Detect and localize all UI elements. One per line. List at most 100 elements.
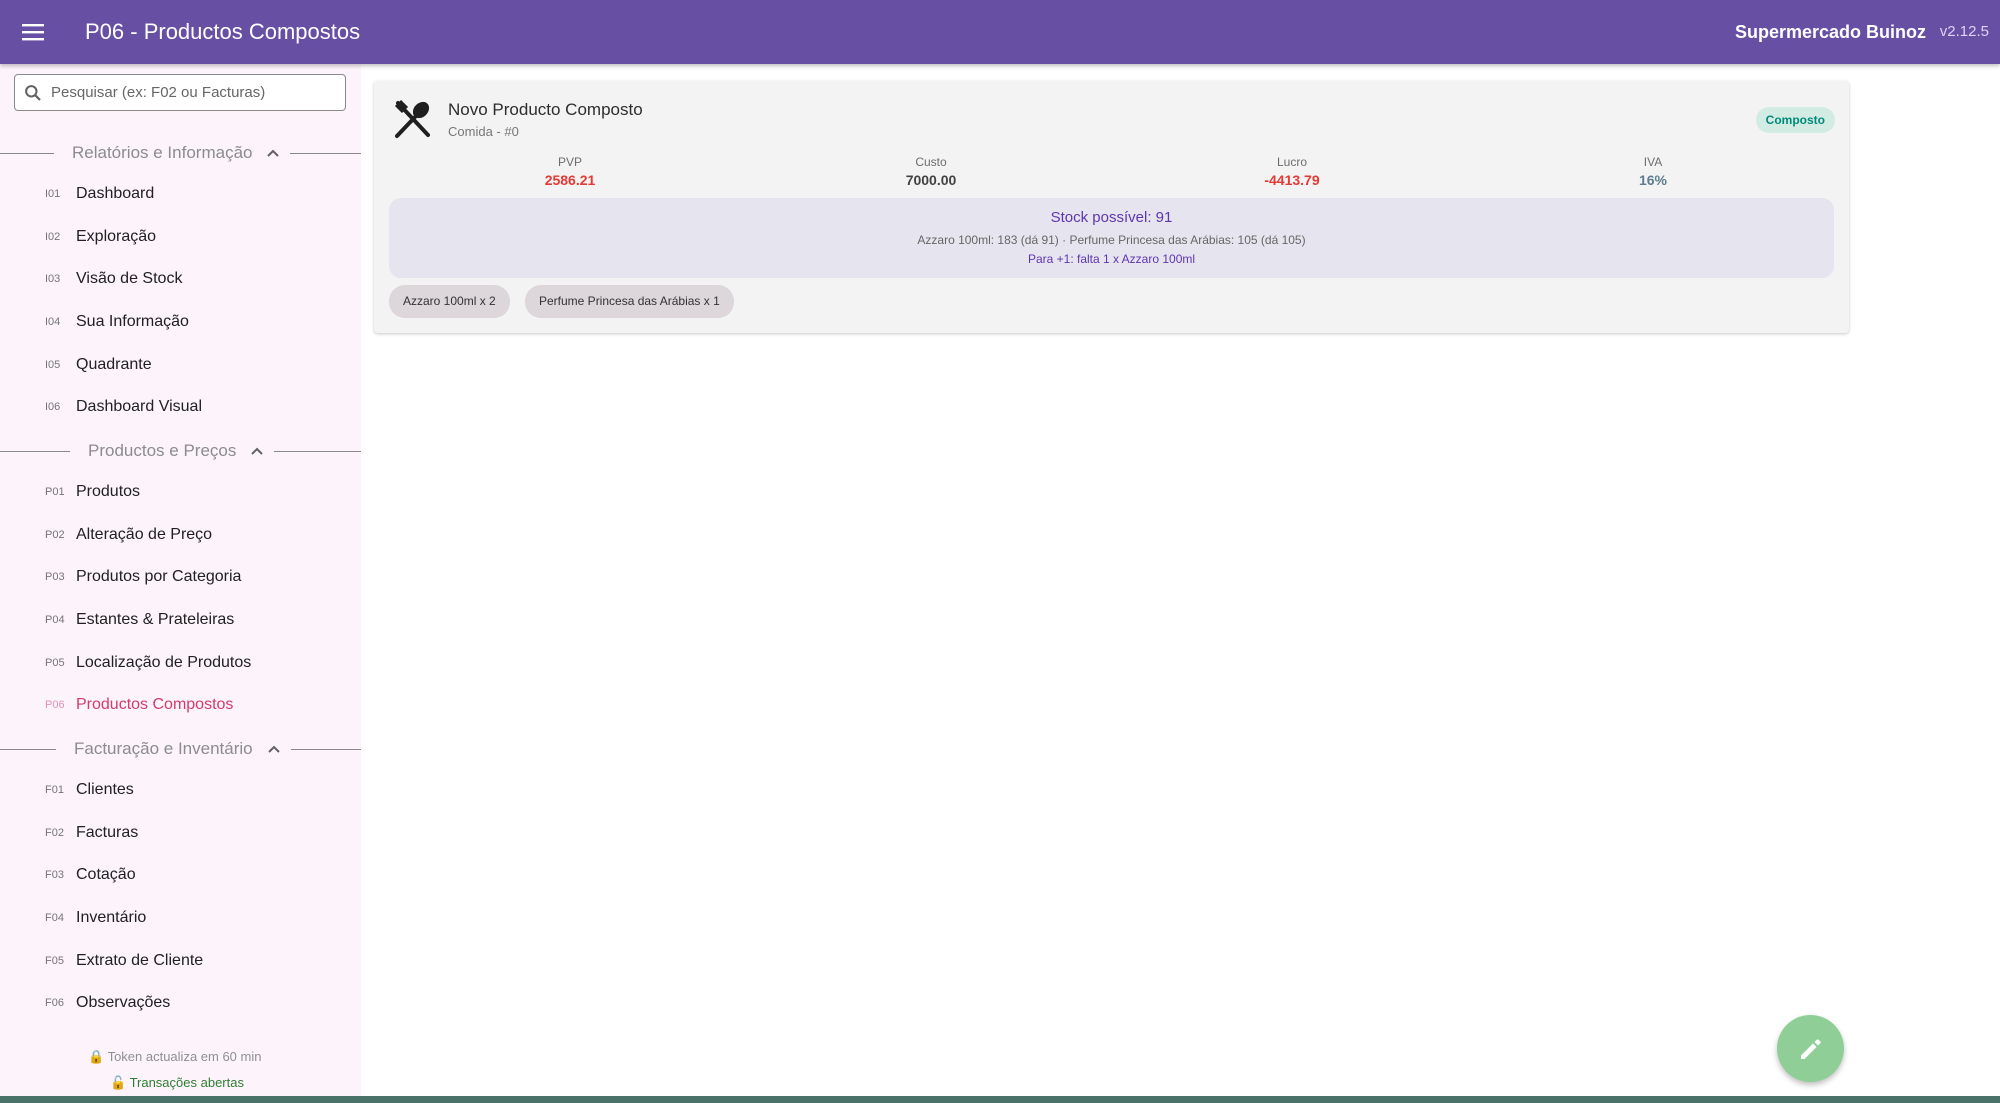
stat-label: Lucro bbox=[1276, 155, 1308, 169]
item-label: Dashboard bbox=[76, 185, 155, 202]
item-label: Exploração bbox=[76, 228, 157, 245]
item-code: P04 bbox=[45, 614, 65, 626]
sidebar-item-alteracao-preco[interactable]: P02 Alteração de Preço bbox=[0, 514, 361, 556]
section-label: Facturação e Inventário bbox=[74, 739, 253, 758]
sidebar-item-visao-stock[interactable]: I03 Visão de Stock bbox=[0, 258, 361, 300]
sidebar-item-exploracao[interactable]: I02 Exploração bbox=[0, 216, 361, 258]
product-subtitle: Comida - #0 bbox=[448, 124, 519, 139]
section-divider bbox=[274, 450, 361, 452]
item-label: Dashboard Visual bbox=[76, 398, 203, 415]
section-label: Productos e Preços bbox=[88, 441, 237, 460]
item-label: Productos Compostos bbox=[76, 696, 234, 713]
composite-product-card[interactable]: Novo Producto Composto Comida - #0 Compo… bbox=[374, 81, 1849, 333]
sidebar-item-extrato-cliente[interactable]: F05 Extrato de Cliente bbox=[0, 940, 361, 982]
item-label: Cotação bbox=[76, 866, 136, 883]
product-name: Novo Producto Composto bbox=[448, 100, 643, 119]
top-app-bar: P06 - Productos Compostos Supermercado B… bbox=[0, 0, 2000, 64]
item-code: F06 bbox=[45, 997, 64, 1009]
item-code: I03 bbox=[45, 273, 61, 285]
sidebar-item-dashboard-visual[interactable]: I06 Dashboard Visual bbox=[0, 386, 361, 428]
sidebar-item-productos-compostos[interactable]: P06 Productos Compostos bbox=[0, 684, 361, 726]
page-title: P06 - Productos Compostos bbox=[85, 19, 361, 44]
menu-icon bbox=[22, 24, 44, 41]
app-version: v2.12.5 bbox=[1939, 23, 1989, 40]
sidebar-item-produtos[interactable]: P01 Produtos bbox=[0, 471, 361, 513]
stock-summary: Stock possível: 91 Azzaro 100ml: 183 (dá… bbox=[389, 198, 1834, 278]
transactions-status: 🔓 Transações abertas bbox=[110, 1075, 244, 1090]
section-divider bbox=[290, 152, 361, 154]
stat-value: 7000.00 bbox=[905, 172, 957, 188]
item-label: Produtos bbox=[76, 483, 141, 500]
sidebar-item-inventario[interactable]: F04 Inventário bbox=[0, 897, 361, 939]
item-code: F05 bbox=[45, 955, 64, 967]
sidebar-item-dashboard[interactable]: I01 Dashboard bbox=[0, 173, 361, 215]
search-icon bbox=[15, 84, 51, 102]
item-label: Visão de Stock bbox=[76, 270, 183, 287]
stat-custo: Custo 7000.00 bbox=[831, 155, 1031, 188]
item-code: F03 bbox=[45, 869, 64, 881]
menu-button[interactable] bbox=[13, 13, 53, 51]
composite-badge: Composto bbox=[1755, 107, 1835, 133]
section-facturacao[interactable]: Facturação e Inventário bbox=[0, 734, 361, 764]
item-label: Quadrante bbox=[76, 356, 152, 373]
stat-iva: IVA 16% bbox=[1553, 155, 1753, 188]
item-label: Localização de Produtos bbox=[76, 654, 252, 671]
stock-detail: Azzaro 100ml: 183 (dá 91) · Perfume Prin… bbox=[917, 233, 1306, 247]
stat-value: 16% bbox=[1638, 172, 1668, 188]
stat-label: PVP bbox=[557, 155, 582, 169]
item-code: F01 bbox=[45, 784, 64, 796]
section-divider bbox=[290, 748, 361, 750]
item-code: P06 bbox=[45, 699, 65, 711]
item-label: Clientes bbox=[76, 781, 134, 798]
sidebar-item-observacoes[interactable]: F06 Observações bbox=[0, 982, 361, 1024]
cutlery-icon bbox=[394, 99, 430, 138]
item-code: P03 bbox=[45, 571, 65, 583]
item-label: Extrato de Cliente bbox=[76, 952, 204, 969]
item-code: F04 bbox=[45, 912, 64, 924]
section-divider bbox=[0, 450, 70, 452]
item-code: I04 bbox=[45, 316, 61, 328]
component-chip[interactable]: Perfume Princesa das Arábias x 1 bbox=[525, 285, 734, 318]
section-productos[interactable]: Productos e Preços bbox=[0, 436, 361, 466]
sidebar-item-cotacao[interactable]: F03 Cotação bbox=[0, 854, 361, 896]
sidebar-item-estantes[interactable]: P04 Estantes & Prateleiras bbox=[0, 599, 361, 641]
sidebar-item-clientes[interactable]: F01 Clientes bbox=[0, 769, 361, 811]
stat-value: -4413.79 bbox=[1264, 172, 1320, 188]
item-code: I05 bbox=[45, 359, 61, 371]
token-status: 🔒 Token actualiza em 60 min bbox=[88, 1049, 262, 1064]
edit-fab-button[interactable] bbox=[1777, 1015, 1844, 1082]
sidebar-item-sua-informacao[interactable]: I04 Sua Informação bbox=[0, 301, 361, 343]
chevron-up-icon bbox=[267, 745, 280, 753]
stat-pvp: PVP 2586.21 bbox=[470, 155, 670, 188]
component-chip[interactable]: Azzaro 100ml x 2 bbox=[389, 285, 510, 318]
sidebar-item-produtos-categoria[interactable]: P03 Produtos por Categoria bbox=[0, 556, 361, 598]
sidebar: Relatórios e Informação I01 Dashboard I0… bbox=[0, 64, 361, 1096]
section-relatorios[interactable]: Relatórios e Informação bbox=[0, 138, 361, 168]
section-label: Relatórios e Informação bbox=[72, 143, 253, 162]
item-code: F02 bbox=[45, 827, 64, 839]
sidebar-item-facturas[interactable]: F02 Facturas bbox=[0, 812, 361, 854]
app-window: P06 - Productos Compostos Supermercado B… bbox=[0, 0, 2000, 1096]
pencil-icon bbox=[1800, 1038, 1821, 1059]
section-divider bbox=[0, 152, 54, 154]
item-label: Sua Informação bbox=[76, 313, 189, 330]
stock-possible: Stock possível: 91 bbox=[1050, 209, 1173, 226]
brand-name: Supermercado Buinoz bbox=[1734, 22, 1926, 42]
stat-label: IVA bbox=[1643, 155, 1663, 169]
item-code: I02 bbox=[45, 231, 61, 243]
item-label: Facturas bbox=[76, 824, 139, 841]
stat-label: Custo bbox=[915, 155, 947, 169]
sidebar-item-localizacao[interactable]: P05 Localização de Produtos bbox=[0, 642, 361, 684]
item-label: Estantes & Prateleiras bbox=[76, 611, 235, 628]
item-code: I01 bbox=[45, 188, 61, 200]
stock-need: Para +1: falta 1 x Azzaro 100ml bbox=[1027, 252, 1196, 266]
chevron-up-icon bbox=[251, 447, 264, 455]
item-code: P02 bbox=[45, 529, 65, 541]
search-box[interactable] bbox=[14, 74, 346, 111]
item-code: P01 bbox=[45, 486, 65, 498]
search-input[interactable] bbox=[51, 84, 345, 101]
item-label: Alteração de Preço bbox=[76, 526, 213, 543]
sidebar-item-quadrante[interactable]: I05 Quadrante bbox=[0, 344, 361, 386]
item-code: P05 bbox=[45, 657, 65, 669]
stat-lucro: Lucro -4413.79 bbox=[1192, 155, 1392, 188]
